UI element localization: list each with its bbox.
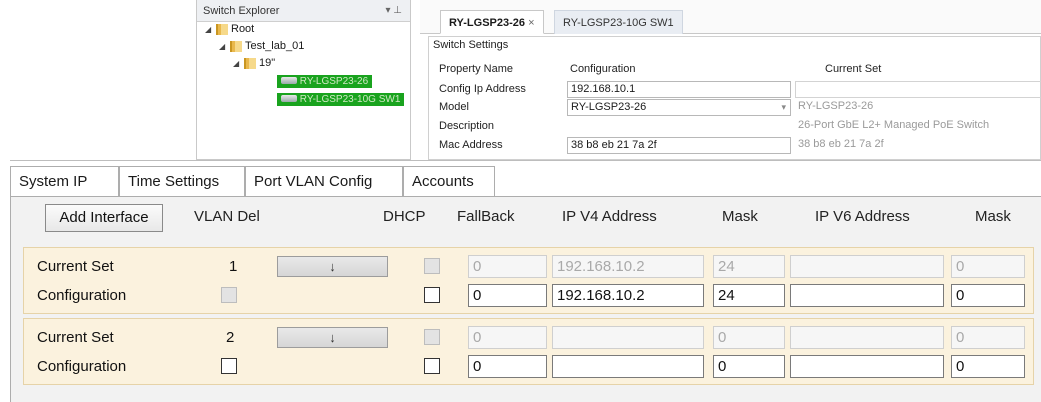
fallback-config[interactable]: 0 — [468, 355, 547, 378]
vlan-id: 2 — [226, 329, 235, 346]
configuration-label: Configuration — [37, 287, 127, 304]
ipv4-current: 192.168.10.2 — [552, 255, 704, 278]
mask4-current: 24 — [713, 255, 785, 278]
model-value: RY-LGSP23-26 — [571, 101, 647, 113]
tree-node-root[interactable]: ◢ Root — [205, 23, 254, 35]
mask6-current: 0 — [951, 255, 1025, 278]
column-property-name: Property Name — [439, 63, 513, 75]
switch-document-panel: RY-LGSP23-26 × RY-LGSP23-10G SW1 Switch … — [420, 0, 1041, 160]
dhcp-config-checkbox[interactable] — [424, 358, 440, 374]
ipv6-config[interactable] — [790, 355, 944, 378]
tab-label: RY-LGSP23-10G SW1 — [563, 17, 674, 29]
config-ip-field[interactable]: 192.168.10.1 — [567, 81, 791, 98]
mask6-current: 0 — [951, 326, 1025, 349]
switch-explorer-title: Switch Explorer — [203, 5, 280, 17]
tree-node-switch-1[interactable]: RY-LGSP23-26 — [277, 75, 373, 88]
column-configuration: Configuration — [570, 63, 636, 75]
dhcp-config-checkbox[interactable] — [424, 287, 440, 303]
add-interface-button[interactable]: Add Interface — [45, 204, 163, 232]
tab-label: RY-LGSP23-26 — [449, 17, 526, 29]
description-current: 26-Port GbE L2+ Managed PoE Switch — [798, 119, 990, 131]
tree-node-label: Test_lab_01 — [245, 40, 305, 52]
chevron-down-icon[interactable]: ▾ — [781, 100, 786, 115]
switch-explorer-header: Switch Explorer ▾ ⊥ — [197, 0, 410, 22]
model-label: Model — [439, 101, 469, 113]
vlan-id: 1 — [229, 258, 238, 275]
document-tab-bar: RY-LGSP23-26 × RY-LGSP23-10G SW1 — [420, 0, 1041, 34]
folder-icon — [230, 40, 242, 52]
column-current-set: Current Set — [825, 63, 882, 75]
mask6-config[interactable]: 0 — [951, 284, 1025, 307]
switch-settings-group: Switch Settings Property Name Configurat… — [428, 36, 1041, 160]
header-ipv6-address: IP V6 Address — [815, 208, 910, 225]
expand-triangle-icon[interactable]: ◢ — [205, 25, 213, 34]
switch-settings-title: Switch Settings — [433, 39, 509, 51]
description-label: Description — [439, 120, 495, 132]
tree-node-rack[interactable]: ◢ 19" — [233, 57, 275, 69]
model-select[interactable]: RY-LGSP23-26 ▾ — [567, 99, 791, 116]
model-current: RY-LGSP23-26 — [798, 100, 874, 112]
ipv4-config[interactable] — [552, 355, 704, 378]
header-vlan-del: VLAN Del — [194, 208, 260, 225]
tab-time-settings[interactable]: Time Settings — [119, 166, 245, 197]
tab-port-vlan-config[interactable]: Port VLAN Config — [245, 166, 403, 197]
ipv4-config[interactable]: 192.168.10.2 — [552, 284, 704, 307]
tree-node-label-selected: RY-LGSP23-26 — [277, 75, 373, 88]
fallback-config[interactable]: 0 — [468, 284, 547, 307]
switch-explorer-panel: Switch Explorer ▾ ⊥ ◢ Root ◢ Test_lab_01… — [196, 0, 411, 160]
mask6-config[interactable]: 0 — [951, 355, 1025, 378]
pin-icon[interactable]: ▾ ⊥ — [385, 0, 402, 22]
switch-name: RY-LGSP23-26 — [299, 76, 369, 87]
config-ip-current — [795, 81, 1041, 98]
current-set-label: Current Set — [37, 258, 114, 275]
configuration-label: Configuration — [37, 358, 127, 375]
fallback-current: 0 — [468, 326, 547, 349]
switch-icon — [281, 95, 297, 102]
header-ipv4-mask: Mask — [722, 208, 758, 225]
apply-down-button[interactable]: ↓ — [277, 256, 388, 277]
tree-node-lab[interactable]: ◢ Test_lab_01 — [219, 40, 304, 52]
header-ipv6-mask: Mask — [975, 208, 1011, 225]
switch-icon — [281, 77, 297, 84]
ipv6-current — [790, 255, 944, 278]
mask4-config[interactable]: 0 — [713, 355, 785, 378]
config-ip-label: Config Ip Address — [439, 83, 526, 95]
dhcp-current-checkbox — [424, 258, 440, 274]
ipv6-current — [790, 326, 944, 349]
tree-node-switch-2[interactable]: RY-LGSP23-10G SW1 — [277, 93, 405, 106]
tree-node-label: 19" — [259, 57, 276, 69]
vlan-delete-checkbox — [221, 287, 237, 303]
tab-switch-active[interactable]: RY-LGSP23-26 × — [440, 10, 544, 34]
tree-node-label: Root — [231, 23, 255, 35]
mask4-config[interactable]: 24 — [713, 284, 785, 307]
tree-node-label-selected: RY-LGSP23-10G SW1 — [277, 93, 405, 106]
tab-accounts[interactable]: Accounts — [403, 166, 495, 197]
tab-switch-inactive[interactable]: RY-LGSP23-10G SW1 — [554, 10, 683, 34]
tab-system-ip[interactable]: System IP — [10, 166, 119, 197]
vlan-delete-checkbox[interactable] — [221, 358, 237, 374]
ipv6-config[interactable] — [790, 284, 944, 307]
folder-icon — [244, 57, 256, 69]
apply-down-button[interactable]: ↓ — [277, 327, 388, 348]
close-icon[interactable]: × — [528, 17, 534, 29]
folder-icon — [216, 23, 228, 35]
ipv4-current — [552, 326, 704, 349]
header-dhcp: DHCP — [383, 208, 426, 225]
expand-triangle-icon[interactable]: ◢ — [233, 59, 241, 68]
header-fallback: FallBack — [457, 208, 515, 225]
mac-label: Mac Address — [439, 139, 503, 151]
mask4-current: 0 — [713, 326, 785, 349]
mac-field[interactable]: 38 b8 eb 21 7a 2f — [567, 137, 791, 154]
expand-triangle-icon[interactable]: ◢ — [219, 42, 227, 51]
header-ipv4-address: IP V4 Address — [562, 208, 657, 225]
switch-name: RY-LGSP23-10G SW1 — [299, 94, 401, 105]
mac-current: 38 b8 eb 21 7a 2f — [798, 138, 884, 150]
current-set-label: Current Set — [37, 329, 114, 346]
fallback-current: 0 — [468, 255, 547, 278]
dhcp-current-checkbox — [424, 329, 440, 345]
